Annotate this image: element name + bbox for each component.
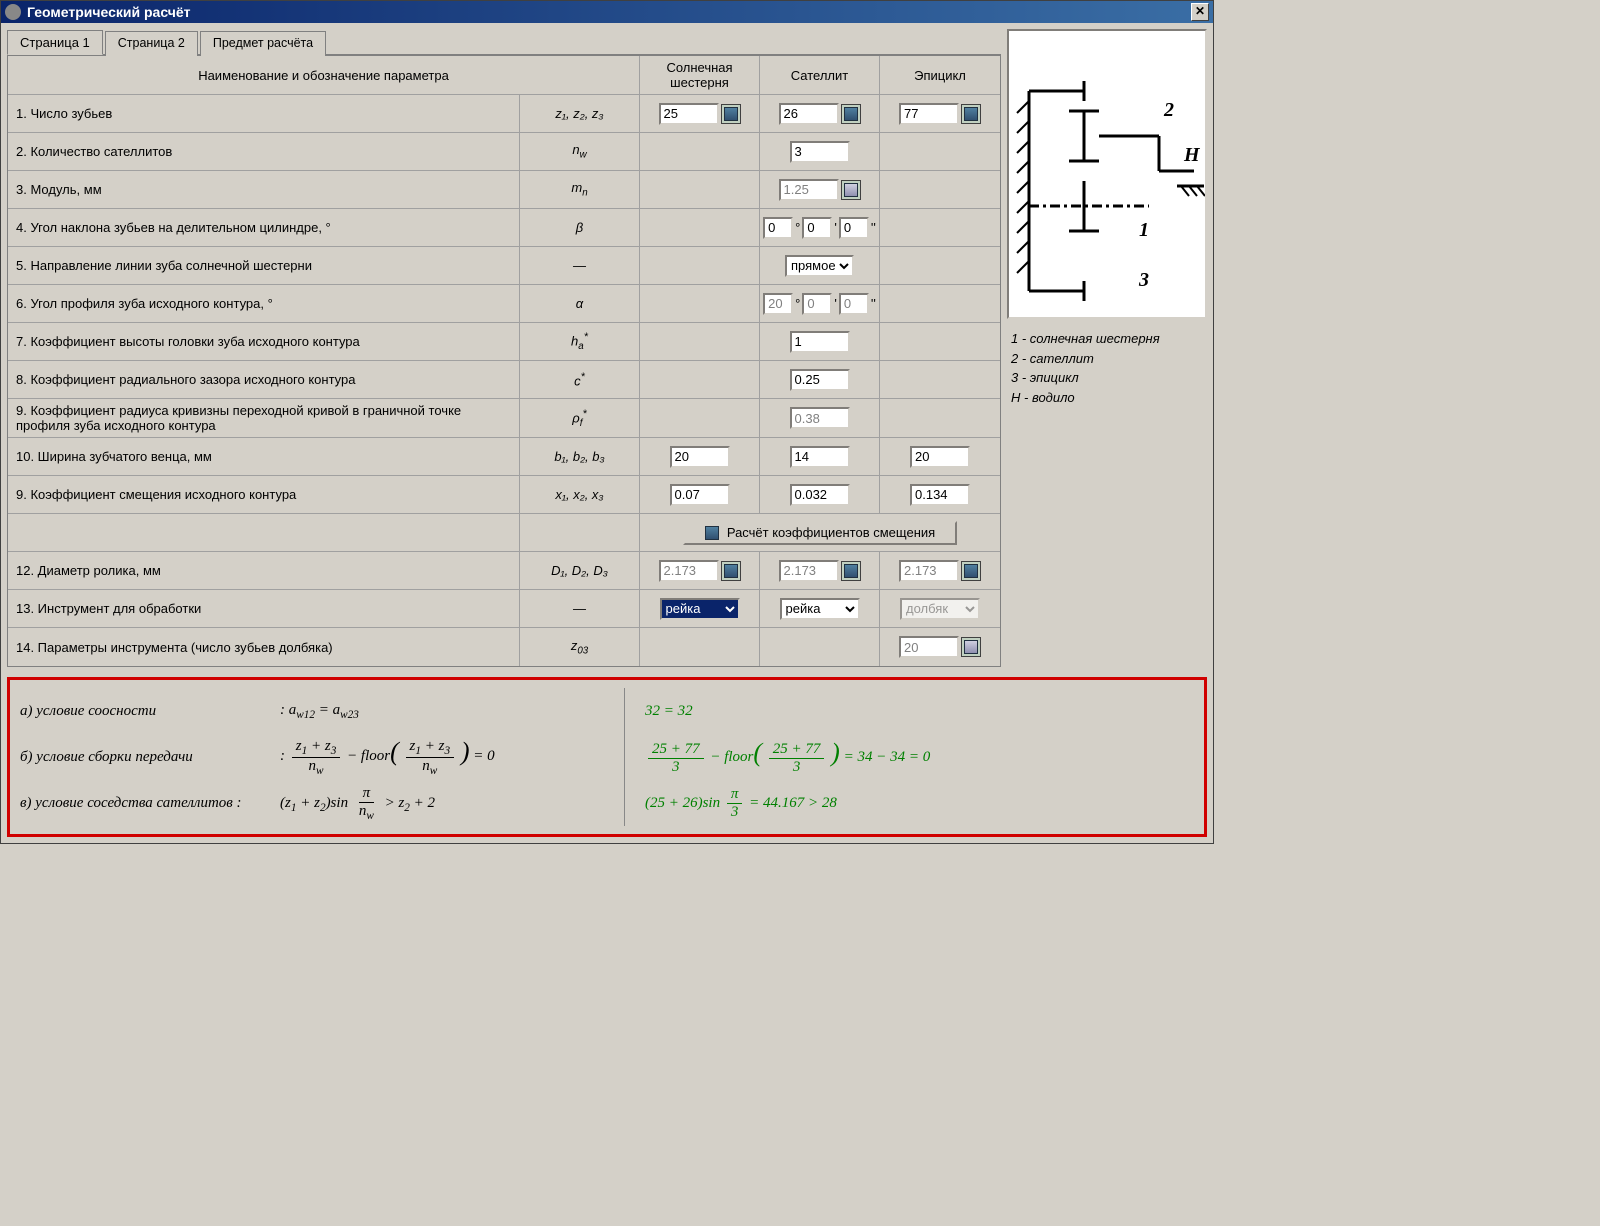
row-helix-angle: 4. Угол наклона зубьев на делительном ци…: [8, 209, 1000, 247]
hand-select[interactable]: прямое: [785, 255, 854, 277]
legend-2: 2 - сателлит: [1011, 349, 1203, 369]
window-title: Геометрический расчёт: [27, 4, 191, 20]
nw-input[interactable]: [790, 141, 850, 163]
col-sat: Сателлит: [760, 56, 880, 94]
b3-input[interactable]: [910, 446, 970, 468]
row-tool: 13. Инструмент для обработки — рейка рей…: [8, 590, 1000, 628]
row-hand: 5. Направление линии зуба солнечной шест…: [8, 247, 1000, 285]
formula-a-rhs: 32 = 32: [645, 703, 1194, 720]
z03-eraser-icon[interactable]: [961, 637, 981, 657]
b2-input[interactable]: [790, 446, 850, 468]
x3-input[interactable]: [910, 484, 970, 506]
svg-text:3: 3: [1138, 269, 1149, 291]
diagram-legend: 1 - солнечная шестерня 2 - сателлит 3 - …: [1007, 325, 1207, 411]
x1-input[interactable]: [670, 484, 730, 506]
svg-text:H: H: [1183, 144, 1201, 166]
alpha-sec[interactable]: [839, 293, 869, 315]
grid-header: Наименование и обозначение параметра Сол…: [8, 56, 1000, 95]
d1-input[interactable]: [659, 560, 719, 582]
row-calc-shift: Расчёт коэффициентов смещения: [8, 514, 1000, 552]
row-shift: 9. Коэффициент смещения исходного контур…: [8, 476, 1000, 514]
formula-b-lhs: : z1 + z3nw − floor( z1 + z3nw ) = 0: [280, 737, 624, 776]
formula-a-lhs: : aw12 = aw23: [280, 702, 624, 721]
tab-strip: Страница 1 Страница 2 Предмет расчёта: [7, 29, 1001, 55]
row-c: 8. Коэффициент радиального зазора исходн…: [8, 361, 1000, 399]
app-icon: [5, 4, 21, 20]
z2-input[interactable]: [779, 103, 839, 125]
col-name: Наименование и обозначение параметра: [8, 56, 640, 94]
d3-calc-icon[interactable]: [961, 561, 981, 581]
parameter-grid: Наименование и обозначение параметра Сол…: [7, 55, 1001, 667]
d2-calc-icon[interactable]: [841, 561, 861, 581]
beta-min[interactable]: [802, 217, 832, 239]
legend-h: H - водило: [1011, 388, 1203, 408]
condition-formulas: а) условие соосности : aw12 = aw23 б) ус…: [7, 677, 1207, 837]
row-ha: 7. Коэффициент высоты головки зуба исход…: [8, 323, 1000, 361]
row-profile-angle: 6. Угол профиля зуба исходного контура, …: [8, 285, 1000, 323]
b1-input[interactable]: [670, 446, 730, 468]
svg-text:2: 2: [1163, 99, 1174, 121]
col-sun: Солнечная шестерня: [640, 56, 760, 94]
row-module: 3. Модуль, мм mn: [8, 171, 1000, 209]
row-teeth: 1. Число зубьев z₁, z₂, z₃: [8, 95, 1000, 133]
rho-input[interactable]: [790, 407, 850, 429]
tool2-select[interactable]: рейка: [780, 598, 860, 620]
row-tool-params: 14. Параметры инструмента (число зубьев …: [8, 628, 1000, 666]
formula-c-rhs: (25 + 26)sin π3 = 44.167 > 28: [645, 786, 1194, 821]
row-rho: 9. Коэффициент радиуса кривизны переходн…: [8, 399, 1000, 438]
close-button[interactable]: ✕: [1191, 3, 1209, 21]
z3-input[interactable]: [899, 103, 959, 125]
beta-deg[interactable]: [763, 217, 793, 239]
x2-input[interactable]: [790, 484, 850, 506]
svg-text:1: 1: [1139, 219, 1149, 241]
c-input[interactable]: [790, 369, 850, 391]
calculator-icon: [705, 526, 719, 540]
tab-subject[interactable]: Предмет расчёта: [200, 31, 326, 56]
d3-input[interactable]: [899, 560, 959, 582]
z1-calc-icon[interactable]: [721, 104, 741, 124]
row-satellites: 2. Количество сателлитов nw: [8, 133, 1000, 171]
formula-c-lhs: (z1 + z2)sin πnw > z2 + 2: [280, 785, 624, 822]
kinematic-diagram: 2 H 1 3: [1007, 29, 1207, 319]
tool3-select[interactable]: долбяк: [900, 598, 980, 620]
z2-calc-icon[interactable]: [841, 104, 861, 124]
mn-input[interactable]: [779, 179, 839, 201]
alpha-deg[interactable]: [763, 293, 793, 315]
ha-input[interactable]: [790, 331, 850, 353]
calc-shift-button[interactable]: Расчёт коэффициентов смещения: [683, 521, 957, 545]
d1-calc-icon[interactable]: [721, 561, 741, 581]
app-window: Геометрический расчёт ✕ Страница 1 Стран…: [0, 0, 1214, 844]
row-roller: 12. Диаметр ролика, мм D₁, D₂, D₃: [8, 552, 1000, 590]
col-epi: Эпицикл: [880, 56, 1000, 94]
z3-calc-icon[interactable]: [961, 104, 981, 124]
tab-page2[interactable]: Страница 2: [105, 31, 198, 56]
z1-input[interactable]: [659, 103, 719, 125]
legend-3: 3 - эпицикл: [1011, 368, 1203, 388]
title-bar: Геометрический расчёт ✕: [1, 1, 1213, 23]
d2-input[interactable]: [779, 560, 839, 582]
row-width: 10. Ширина зубчатого венца, мм b₁, b₂, b…: [8, 438, 1000, 476]
legend-1: 1 - солнечная шестерня: [1011, 329, 1203, 349]
formula-b-rhs: 25 + 773 − floor( 25 + 773 ) = 34 − 34 =…: [645, 738, 1194, 775]
tab-page1[interactable]: Страница 1: [7, 30, 103, 55]
alpha-min[interactable]: [802, 293, 832, 315]
beta-sec[interactable]: [839, 217, 869, 239]
z03-input[interactable]: [899, 636, 959, 658]
tool1-select[interactable]: рейка: [660, 598, 740, 620]
mn-eraser-icon[interactable]: [841, 180, 861, 200]
